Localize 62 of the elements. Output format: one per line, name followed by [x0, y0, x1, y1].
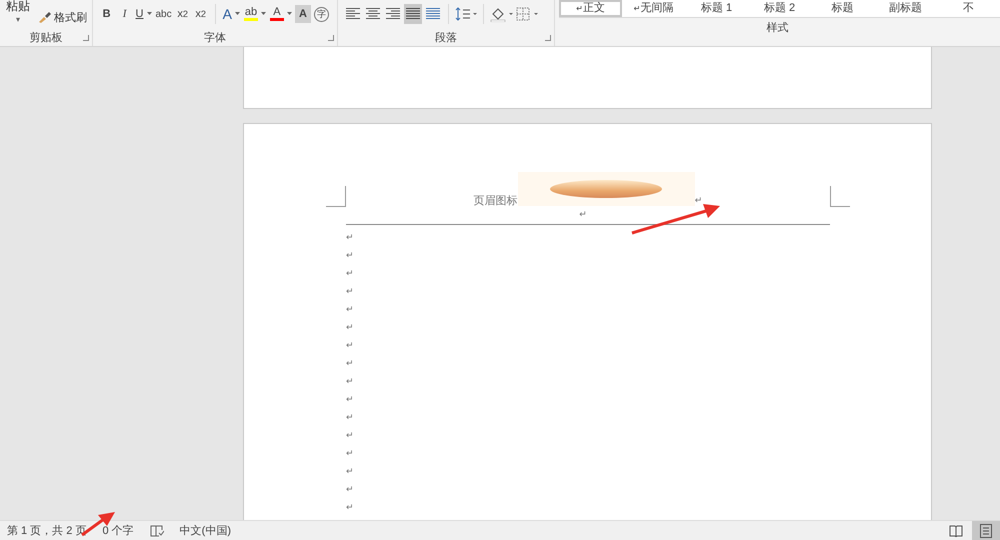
- paragraph-mark: ↵: [346, 286, 354, 296]
- style-item[interactable]: 不: [937, 0, 1000, 17]
- paragraph-mark: ↵: [346, 466, 354, 476]
- paragraph-mark: ↵: [346, 232, 354, 242]
- dialog-launcher-icon[interactable]: [82, 35, 89, 41]
- style-item[interactable]: 副标题: [874, 0, 938, 17]
- open-book-icon: [949, 524, 963, 536]
- paragraph-mark: ↵: [346, 250, 354, 260]
- paragraph-mark: ↵: [346, 430, 354, 440]
- group-label: 样式: [766, 20, 789, 34]
- paragraph-mark: ↵: [694, 194, 702, 206]
- paragraph-mark: ↵: [346, 340, 354, 350]
- format-painter-button[interactable]: 格式刷: [38, 10, 87, 24]
- paragraph-mark: ↵: [346, 484, 354, 494]
- style-item[interactable]: 标题 1: [685, 0, 748, 17]
- group-label: 段落: [434, 30, 457, 44]
- group-label: 字体: [204, 30, 226, 44]
- dialog-launcher-icon[interactable]: [328, 35, 334, 41]
- font-format-button[interactable]: A: [268, 5, 293, 23]
- font-format-button[interactable]: abc: [154, 5, 173, 23]
- group-label: 剪贴板: [29, 30, 62, 44]
- font-format-button[interactable]: ab: [242, 5, 267, 23]
- paragraph-mark: ↵: [346, 322, 354, 332]
- paste-button[interactable]: 粘贴 ▾: [6, 0, 30, 26]
- align-center-icon: [366, 8, 380, 20]
- header-text: 页眉图标: [474, 194, 518, 208]
- style-item[interactable]: ↵无间隔: [622, 0, 686, 17]
- page-layout-icon: [980, 524, 992, 538]
- paragraph-mark: ↵: [346, 358, 354, 368]
- margin-corner-mark: [830, 186, 850, 207]
- font-format-button[interactable]: B: [98, 5, 115, 23]
- paragraph-mark: ↵: [346, 394, 354, 404]
- font-format-button[interactable]: 字: [312, 5, 330, 23]
- borders-icon: [516, 7, 540, 21]
- font-format-button[interactable]: A: [294, 5, 311, 23]
- align-justify-icon: [406, 8, 420, 20]
- font-format-button[interactable]: I: [116, 5, 133, 23]
- view-mode-button[interactable]: [972, 521, 1000, 540]
- paragraph-mark: ↵: [346, 448, 354, 458]
- line-spacing-icon: [454, 7, 477, 21]
- word-count[interactable]: 0 个字: [102, 523, 134, 538]
- paragraph-mark: ↵: [346, 268, 354, 278]
- style-item[interactable]: 标题: [811, 0, 874, 17]
- margin-corner-mark: [326, 186, 346, 207]
- align-right-icon: [386, 8, 400, 20]
- style-item[interactable]: ↵正文: [559, 0, 622, 17]
- style-item[interactable]: 标题 2: [748, 0, 812, 17]
- font-format-button[interactable]: U: [134, 5, 152, 23]
- font-format-button[interactable]: A: [222, 5, 241, 23]
- paragraph-mark: ↵: [346, 376, 354, 386]
- brush-icon: [38, 11, 52, 23]
- paragraph-mark: ↵: [346, 304, 354, 314]
- align-button[interactable]: [404, 4, 422, 24]
- paint-bucket-icon: [490, 6, 514, 22]
- paragraph-mark: ↵: [346, 412, 354, 422]
- language-indicator[interactable]: 中文(中国): [180, 523, 231, 538]
- paragraph-mark: ↵: [579, 209, 587, 219]
- align-distributed-icon: [426, 8, 440, 20]
- paragraph-mark: ↵: [346, 502, 354, 512]
- proofing-book-icon[interactable]: [150, 524, 164, 536]
- align-left-icon: [346, 8, 360, 20]
- dialog-launcher-icon[interactable]: [545, 35, 552, 41]
